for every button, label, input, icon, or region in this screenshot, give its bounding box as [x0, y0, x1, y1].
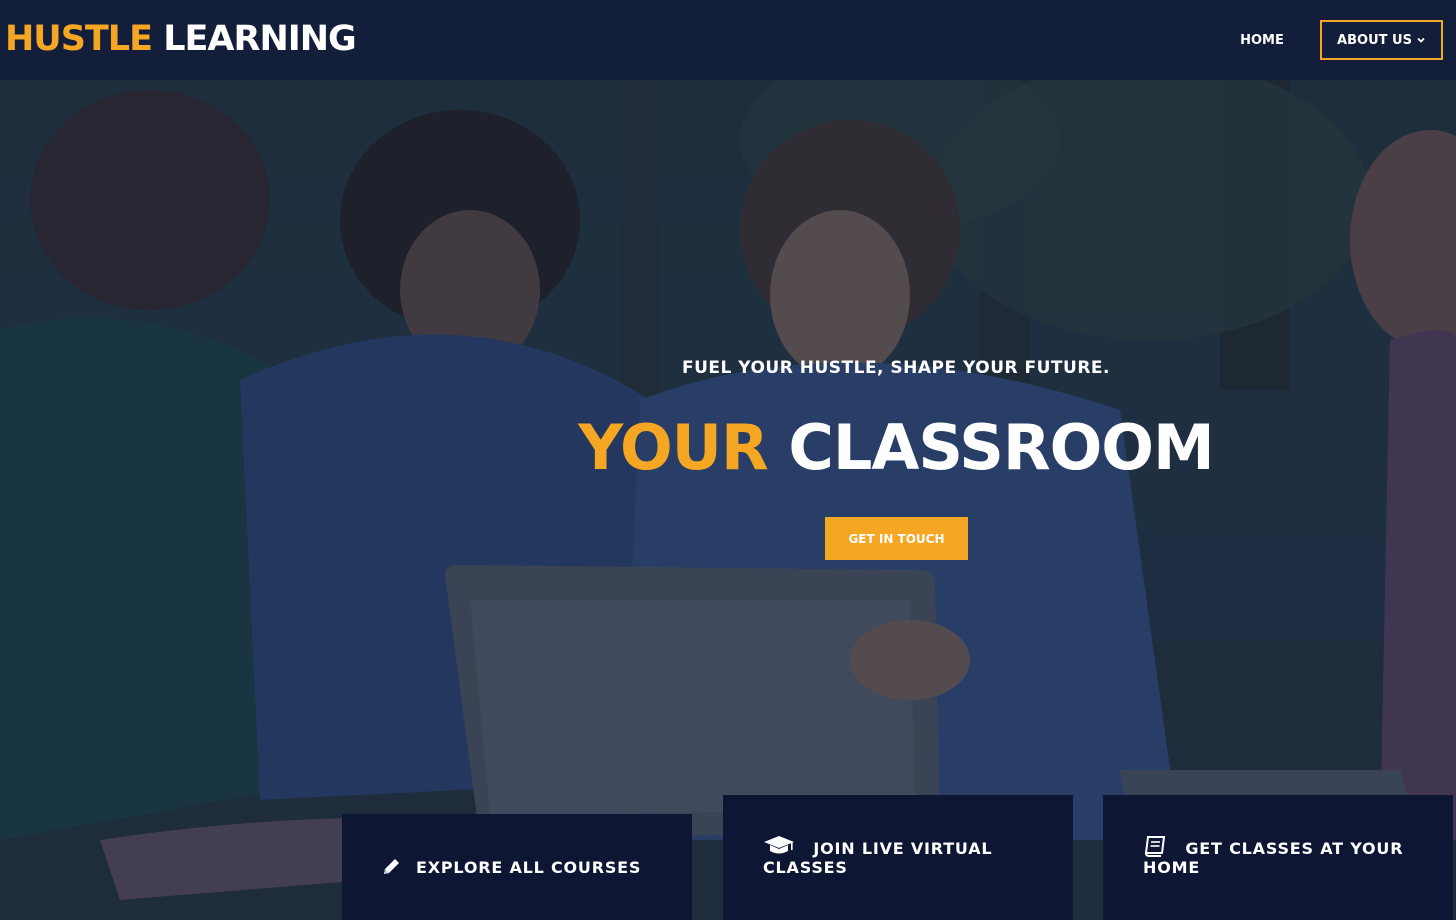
site-header: HUSTLE LEARNING HOME ABOUT US — [0, 0, 1456, 80]
card-live-virtual-classes[interactable]: JOIN LIVE VIRTUAL CLASSES — [723, 795, 1073, 920]
hero-tagline: FUEL YOUR HUSTLE, SHAPE YOUR FUTURE. — [681, 358, 1110, 378]
card-explore-courses[interactable]: EXPLORE ALL COURSES — [342, 814, 692, 920]
hero-headline: YOUR CLASSROOM — [480, 408, 1312, 488]
logo-plain-text: LEARNING — [163, 19, 357, 59]
pencil-icon — [384, 859, 399, 874]
graduation-cap-icon — [764, 836, 794, 854]
get-in-touch-button[interactable]: GET IN TOUCH — [825, 517, 968, 560]
site-logo[interactable]: HUSTLE LEARNING — [5, 19, 357, 59]
nav-about-us-label: ABOUT US — [1337, 32, 1412, 48]
headline-accent: YOUR — [578, 411, 768, 484]
card-label: JOIN LIVE VIRTUAL CLASSES — [763, 839, 993, 877]
card-classes-at-home[interactable]: GET CLASSES AT YOUR HOME — [1103, 795, 1453, 920]
headline-plain: CLASSROOM — [788, 411, 1214, 484]
chevron-down-icon — [1417, 37, 1425, 43]
hero-section: FUEL YOUR HUSTLE, SHAPE YOUR FUTURE. YOU… — [0, 80, 1456, 920]
nav-about-us-dropdown[interactable]: ABOUT US — [1320, 20, 1443, 60]
card-label: EXPLORE ALL COURSES — [416, 857, 642, 877]
book-icon — [1144, 836, 1166, 857]
nav-home-link[interactable]: HOME — [1227, 22, 1297, 58]
logo-accent-text: HUSTLE — [5, 19, 153, 59]
card-label: GET CLASSES AT YOUR HOME — [1143, 839, 1404, 877]
hero-overlay — [0, 80, 1456, 920]
